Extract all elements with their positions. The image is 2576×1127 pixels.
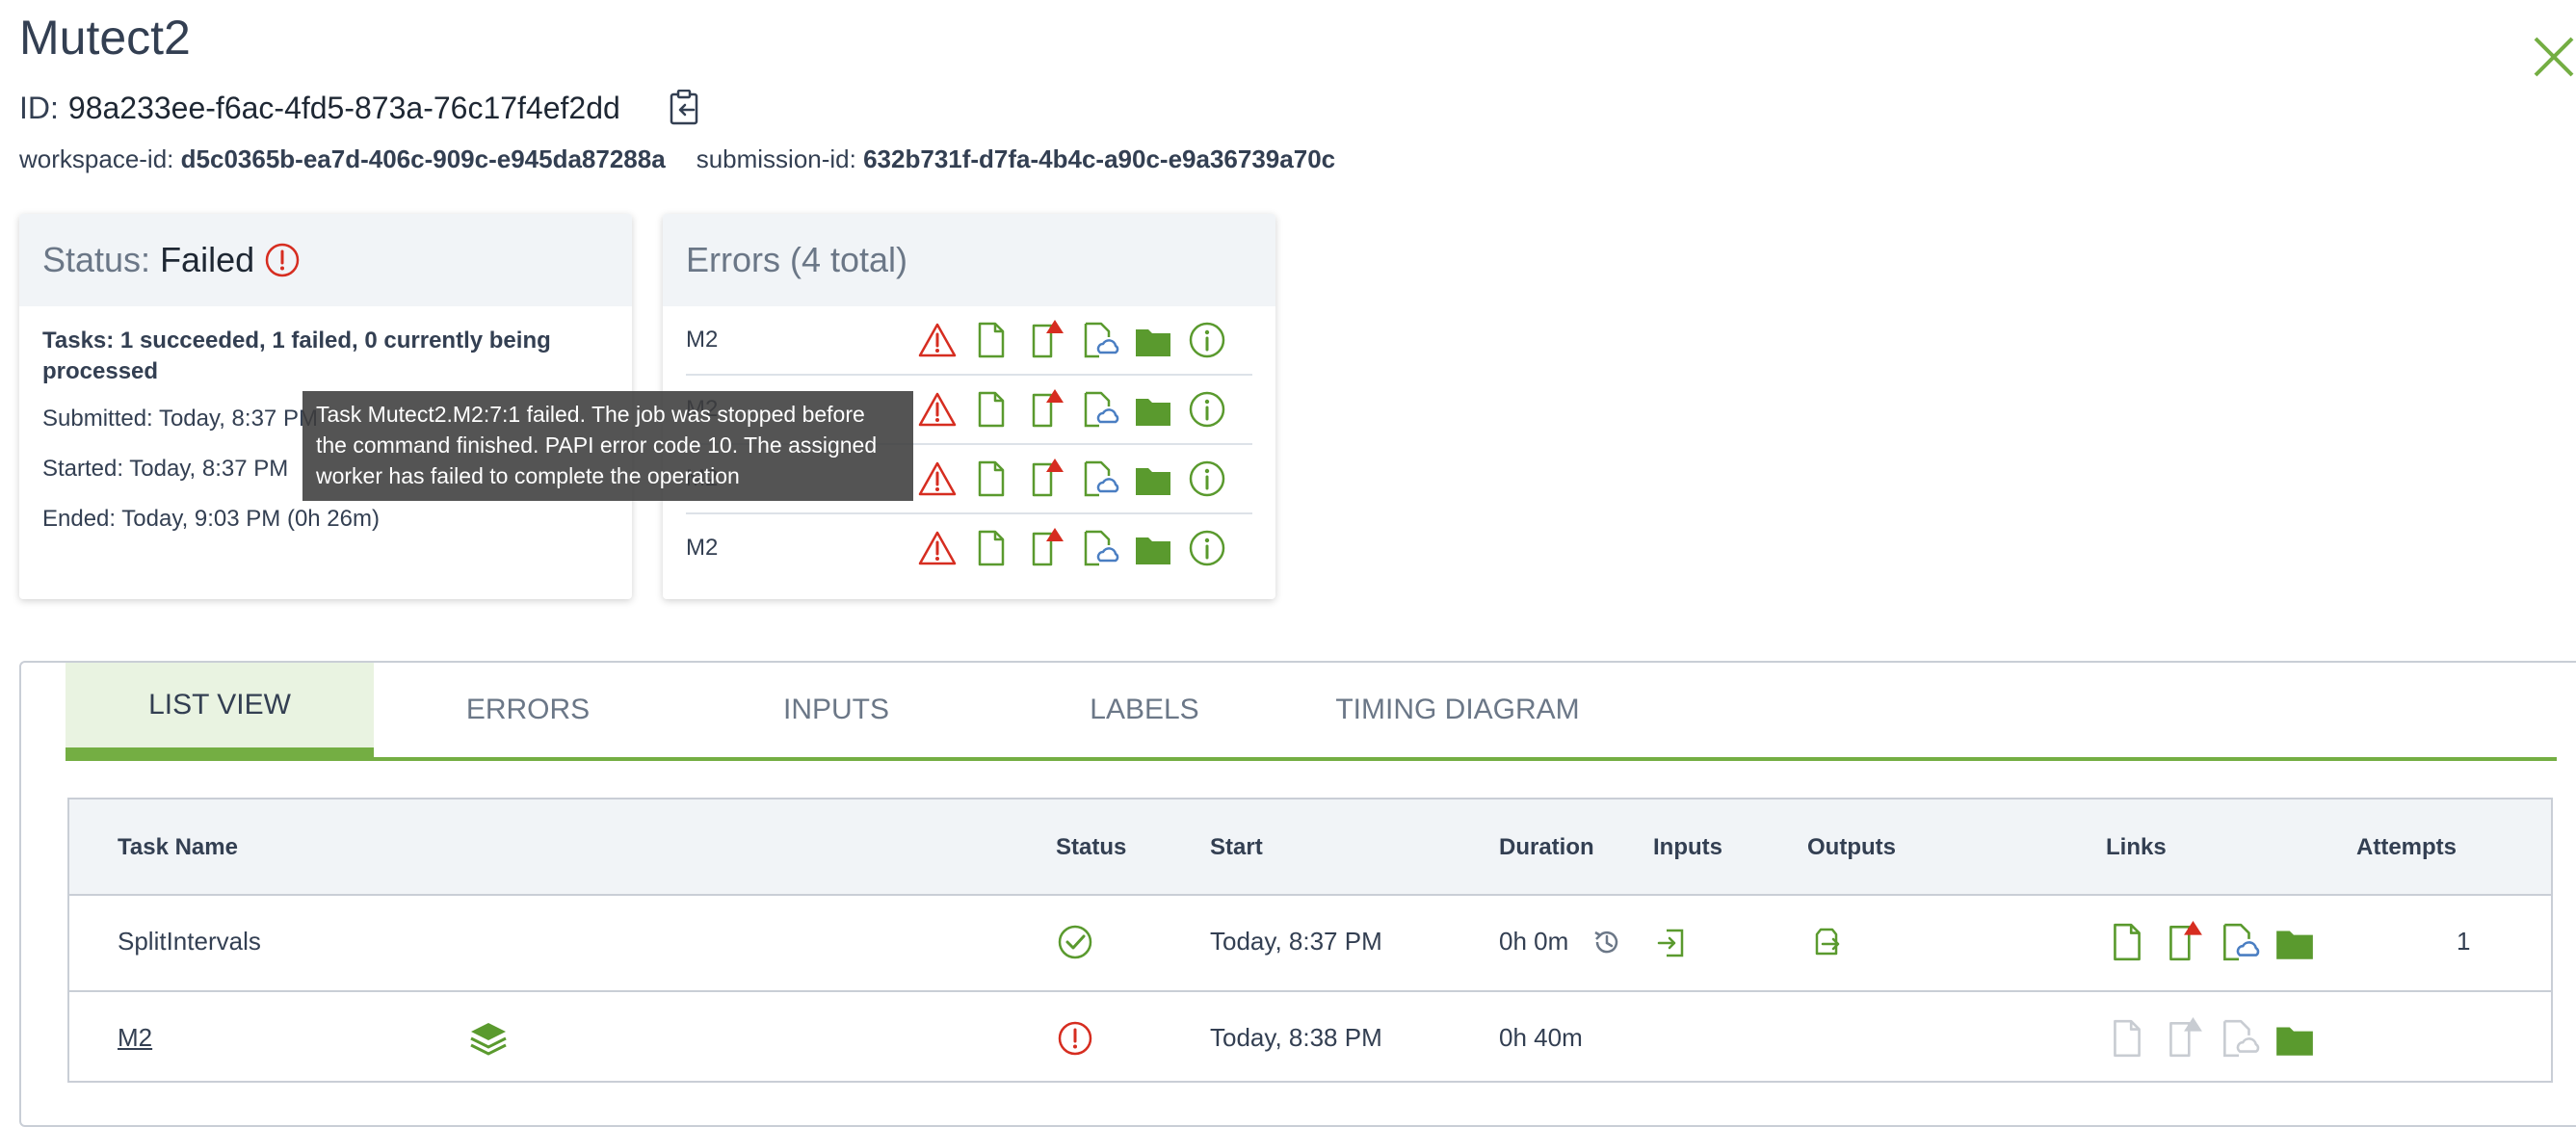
task-start: Today, 8:37 PM	[1210, 927, 1382, 956]
workflow-id-row: ID: 98a233ee-f6ac-4fd5-873a-76c17f4ef2dd	[19, 89, 701, 127]
copy-id-button[interactable]	[669, 90, 701, 126]
tab-bar: LIST VIEW ERRORS INPUTS LABELS TIMING DI…	[66, 663, 2557, 761]
log-file-icon[interactable]	[971, 320, 1012, 360]
log-file-icon[interactable]	[971, 389, 1012, 430]
task-name-link[interactable]: M2	[118, 1023, 152, 1053]
tab-errors[interactable]: ERRORS	[374, 663, 682, 757]
col-task-name[interactable]: Task Name	[118, 834, 238, 861]
workspace-id-value: d5c0365b-ea7d-406c-909c-e945da87288a	[180, 144, 666, 173]
warning-triangle-icon	[918, 323, 957, 357]
log-file-icon[interactable]	[2106, 921, 2148, 963]
folder-icon[interactable]	[1133, 528, 1173, 568]
table-row: SplitIntervals Today, 8:37 PM 0h 0m 1	[69, 896, 2551, 992]
workspace-id: workspace-id: d5c0365b-ea7d-406c-909c-e9…	[19, 144, 666, 174]
warning-triangle-icon	[918, 461, 957, 496]
outputs-icon[interactable]	[1807, 923, 1846, 961]
stderr-file-icon	[2169, 1017, 2202, 1058]
errors-card-header: Errors (4 total)	[663, 214, 1275, 306]
tab-labels[interactable]: LABELS	[990, 663, 1299, 757]
error-row-icons	[917, 389, 1227, 430]
layers-icon[interactable]	[466, 1017, 511, 1061]
stderr-file-icon[interactable]	[1025, 459, 1065, 499]
close-icon	[2534, 37, 2574, 77]
table-header: Task Name Status Start Duration Inputs O…	[69, 799, 2551, 896]
stderr-file-icon[interactable]	[1025, 528, 1065, 568]
cloud-file-icon[interactable]	[1079, 320, 1119, 360]
tab-list-view[interactable]: LIST VIEW	[66, 663, 374, 757]
inputs-icon[interactable]	[1653, 923, 1692, 961]
history-icon[interactable]	[1590, 925, 1624, 959]
submission-id-label: submission-id:	[696, 144, 856, 173]
status-card-header: Status: Failed	[19, 214, 632, 306]
tasks-summary: Tasks: 1 succeeded, 1 failed, 0 currentl…	[42, 328, 551, 384]
cloud-file-icon[interactable]	[1079, 528, 1119, 568]
cloud-file-icon	[2223, 1019, 2260, 1058]
info-circle-icon[interactable]	[1187, 459, 1227, 499]
error-row-icons	[917, 320, 1227, 360]
meta-row: workspace-id: d5c0365b-ea7d-406c-909c-e9…	[19, 144, 1335, 174]
task-links	[2106, 921, 2316, 963]
id-label: ID:	[19, 90, 59, 125]
folder-icon[interactable]	[1133, 389, 1173, 430]
task-name: SplitIntervals	[118, 927, 261, 956]
task-table: Task Name Status Start Duration Inputs O…	[67, 798, 2553, 1083]
cloud-file-icon[interactable]	[1079, 459, 1119, 499]
tab-timing-diagram[interactable]: TIMING DIAGRAM	[1299, 663, 1617, 757]
stderr-file-icon[interactable]	[2162, 921, 2204, 963]
task-start: Today, 8:38 PM	[1210, 1023, 1382, 1052]
cloud-file-icon[interactable]	[2218, 921, 2260, 963]
warning-triangle-icon	[918, 392, 957, 427]
error-row-icons	[917, 459, 1227, 499]
folder-icon[interactable]	[1133, 320, 1173, 360]
col-outputs: Outputs	[1807, 834, 1896, 860]
error-task-name: M2	[686, 535, 719, 561]
log-file-icon[interactable]	[971, 459, 1012, 499]
col-links: Links	[2106, 834, 2167, 860]
info-circle-icon[interactable]	[1187, 528, 1227, 568]
error-row: M2	[686, 514, 1252, 582]
task-links	[2106, 1017, 2316, 1060]
folder-icon[interactable]	[1133, 459, 1173, 499]
folder-icon[interactable]	[2274, 921, 2316, 963]
log-file-icon[interactable]	[971, 528, 1012, 568]
task-duration: 0h 0m	[1499, 927, 1569, 956]
stderr-file-icon[interactable]	[1025, 389, 1065, 430]
copy-to-clipboard-icon	[670, 90, 698, 125]
status-label: Status:	[42, 240, 151, 279]
submission-id: submission-id: 632b731f-d7fa-4b4c-a90c-e…	[697, 144, 1335, 174]
stderr-file-icon[interactable]	[1025, 320, 1065, 360]
cloud-file-icon[interactable]	[1079, 389, 1119, 430]
workflow-id-value: 98a233ee-f6ac-4fd5-873a-76c17f4ef2dd	[67, 90, 620, 125]
error-row-icons	[917, 528, 1227, 568]
page-title: Mutect2	[19, 11, 191, 65]
error-task-name: M2	[686, 327, 719, 353]
warning-triangle-icon	[918, 531, 957, 565]
check-circle-icon	[1058, 925, 1092, 959]
error-circle-icon	[1058, 1021, 1092, 1056]
workspace-id-label: workspace-id:	[19, 144, 174, 173]
col-attempts[interactable]: Attempts	[2356, 834, 2457, 861]
info-circle-icon[interactable]	[1187, 320, 1227, 360]
col-status[interactable]: Status	[1056, 834, 1126, 861]
error-tooltip: Task Mutect2.M2:7:1 failed. The job was …	[302, 391, 913, 501]
task-duration: 0h 40m	[1499, 1023, 1583, 1052]
log-file-icon	[2114, 1019, 2141, 1058]
error-row: M2	[686, 306, 1252, 376]
col-inputs: Inputs	[1653, 834, 1722, 860]
submission-id-value: 632b731f-d7fa-4b4c-a90c-e9a36739a70c	[863, 144, 1336, 173]
ended-time: Ended: Today, 9:03 PM (0h 26m)	[42, 506, 380, 532]
task-attempts: 1	[2457, 927, 2471, 956]
close-button[interactable]	[2532, 35, 2576, 79]
table-row: M2 Today, 8:38 PM 0h 40m	[69, 992, 2551, 1087]
info-circle-icon[interactable]	[1187, 389, 1227, 430]
error-circle-icon	[265, 243, 300, 277]
status-value: Failed	[160, 240, 255, 279]
col-duration[interactable]: Duration	[1499, 834, 1594, 861]
tab-inputs[interactable]: INPUTS	[682, 663, 990, 757]
col-start[interactable]: Start	[1210, 834, 1263, 861]
folder-icon[interactable]	[2274, 1017, 2316, 1060]
